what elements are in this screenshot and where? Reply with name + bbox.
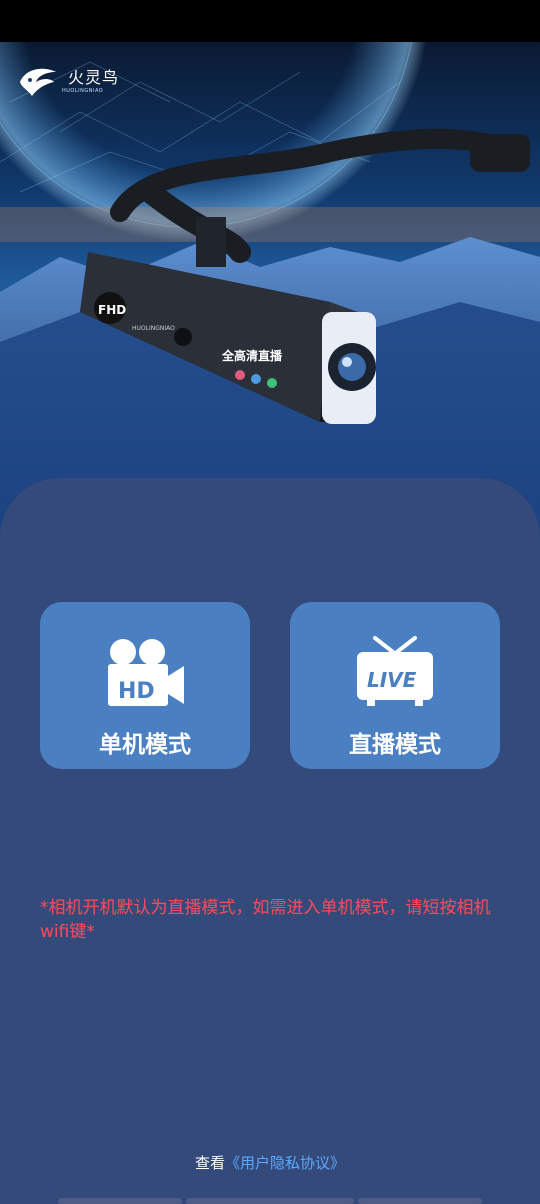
single-mode-label: 单机模式	[99, 732, 191, 758]
live-mode-button[interactable]: LIVE 直播模式	[290, 602, 500, 769]
brand-name: 火灵鸟	[68, 68, 120, 87]
fhd-badge: FHD	[98, 303, 126, 317]
live-mode-label: 直播模式	[349, 732, 441, 758]
firebird-logo-icon	[20, 68, 56, 96]
status-bar	[0, 0, 540, 42]
product-brand-print: HUOLINGNIAO	[132, 325, 175, 332]
brand-subtitle: HUOLINGNIAO	[62, 88, 104, 94]
hd-video-camera-icon: HD	[104, 636, 186, 712]
nav-bar-segment	[358, 1198, 482, 1204]
privacy-prefix: 查看	[194, 1154, 225, 1172]
brand-logo: 火灵鸟 HUOLINGNIAO	[16, 64, 126, 98]
mode-panel: HD 单机模式 LIVE 直播模式 *相机开机默认为直播模式，如需进入单机模式，…	[0, 478, 540, 1204]
nav-bar-segment	[186, 1198, 354, 1204]
hero-illustration: FHD HUOLINGNIAO 全高清直播	[0, 42, 540, 542]
nav-bar-segment	[58, 1198, 182, 1204]
hd-icon-text: HD	[118, 679, 155, 704]
live-icon-text: LIVE	[367, 668, 417, 692]
product-feature-print: 全高清直播	[221, 348, 283, 363]
hero-banner: FHD HUOLINGNIAO 全高清直播 火灵鸟 HUOLINGNIAO	[0, 42, 540, 542]
mode-notice: *相机开机默认为直播模式，如需进入单机模式，请短按相机wifi键*	[40, 898, 491, 942]
live-tv-icon: LIVE	[355, 636, 435, 712]
single-mode-button[interactable]: HD 单机模式	[40, 602, 250, 769]
privacy-row: 查看《用户隐私协议》	[0, 1152, 540, 1173]
privacy-agreement-link[interactable]: 《用户隐私协议》	[225, 1154, 345, 1172]
